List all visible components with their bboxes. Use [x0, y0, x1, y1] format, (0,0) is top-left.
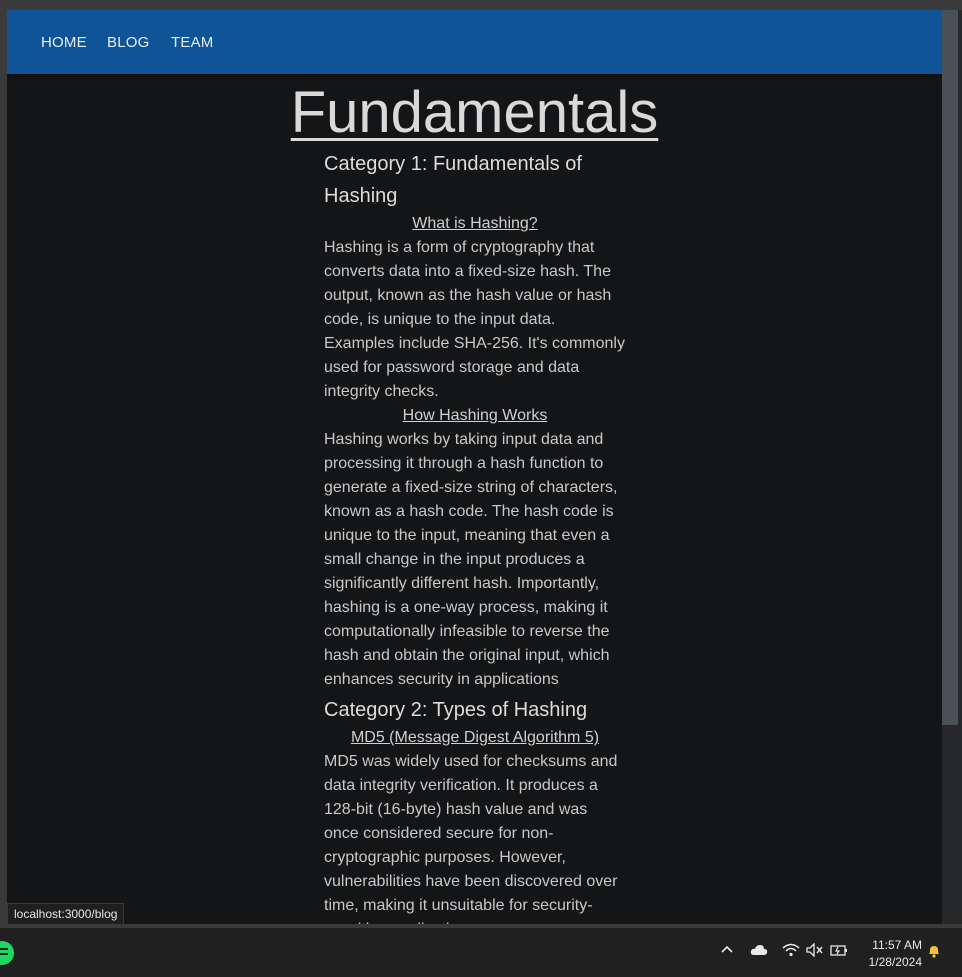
nav-team-link[interactable]: TEAM — [171, 34, 213, 51]
category-2-heading: Category 2: Types of Hashing — [324, 699, 588, 721]
section-body: Hashing is a form of cryptography that c… — [324, 239, 625, 400]
category-1-heading: Category 1: Fundamentals of Hashing — [324, 153, 582, 207]
section-title: What is Hashing? — [412, 215, 538, 232]
battery-icon[interactable] — [830, 943, 848, 962]
section-body: Hashing works by taking input data and p… — [324, 431, 618, 688]
cloud-icon[interactable] — [750, 943, 768, 962]
window-top-border — [0, 0, 962, 10]
bell-icon[interactable] — [926, 943, 942, 963]
section-body: MD5 was widely used for checksums and da… — [324, 753, 618, 924]
browser-viewport: HOME BLOG TEAM Fundamentals Category 1: … — [7, 10, 942, 924]
speaker-muted-icon[interactable] — [806, 942, 824, 962]
section-title: How Hashing Works — [402, 407, 548, 424]
nav-blog-link[interactable]: BLOG — [107, 34, 149, 51]
chevron-up-icon[interactable] — [720, 943, 734, 962]
clock-date: 1/28/2024 — [868, 955, 922, 969]
status-bar-url: localhost:3000/blog — [7, 903, 125, 925]
taskbar-clock[interactable]: 11:57 AM 1/28/2024 — [858, 937, 922, 971]
window-left-border — [0, 10, 7, 927]
article-content: Category 1: Fundamentals of Hashing What… — [324, 148, 626, 924]
nav-home-link[interactable]: HOME — [41, 34, 87, 51]
scrollbar-thumb[interactable] — [942, 10, 958, 725]
section-title: MD5 (Message Digest Algorithm 5) — [350, 729, 600, 746]
wifi-icon[interactable] — [782, 943, 800, 962]
page-title: Fundamentals — [290, 80, 659, 145]
clock-time: 11:57 AM — [872, 938, 922, 952]
top-navbar: HOME BLOG TEAM — [7, 10, 942, 74]
